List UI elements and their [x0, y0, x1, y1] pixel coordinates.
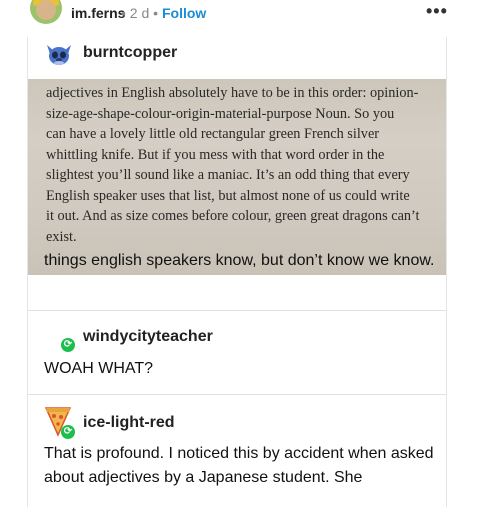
book-line: slightest you’ll sound like a maniac. It…: [46, 167, 410, 183]
trail-entry-header: ⟳ ice-light-red: [28, 405, 446, 445]
post-timestamp: • 2 d •: [121, 5, 159, 21]
book-line: English speaker uses that list, but almo…: [46, 187, 410, 204]
divider: [28, 310, 446, 311]
reblog-icon: ⟳: [61, 425, 75, 439]
avatar[interactable]: [30, 0, 62, 24]
avatar-face: [36, 0, 56, 20]
book-line: exist.: [46, 228, 77, 245]
book-excerpt-text: adjectives in English absolutely have to…: [46, 83, 446, 247]
trail-entry-header: burntcopper: [28, 37, 446, 77]
trail-body-text: WOAH WHAT?: [44, 360, 154, 377]
book-line: size-age-shape-colour-origin-material-pu…: [46, 105, 395, 122]
trail-entry-header: ⟳ windycityteacher: [28, 321, 446, 361]
book-line: can have a lovely little old rectangular…: [46, 126, 380, 142]
post-author[interactable]: im.ferns: [71, 5, 125, 21]
follow-button[interactable]: Follow: [162, 5, 206, 21]
divider: [28, 394, 446, 395]
stitch-avatar[interactable]: [44, 39, 74, 69]
post-header: im.ferns • 2 d • Follow •••: [0, 0, 491, 26]
more-icon[interactable]: •••: [426, 1, 448, 22]
trail-username[interactable]: burntcopper: [83, 44, 177, 62]
trail-body-text: things english speakers know, but don’t …: [44, 252, 435, 269]
reblog-trail: burntcopper adjectives in English absolu…: [27, 37, 447, 507]
book-line: adjectives in English absolutely have to…: [46, 85, 419, 101]
book-line: it out. And as size comes before colour,…: [46, 208, 420, 224]
trail-body-text: That is profound. I noticed this by acci…: [44, 445, 434, 486]
trail-username[interactable]: ice-light-red: [83, 414, 175, 432]
book-excerpt-image: adjectives in English absolutely have to…: [28, 79, 446, 275]
trail-username[interactable]: windycityteacher: [83, 328, 213, 346]
reblog-icon: ⟳: [61, 338, 75, 352]
book-line: whittling knife. But if you mess with th…: [46, 146, 385, 163]
